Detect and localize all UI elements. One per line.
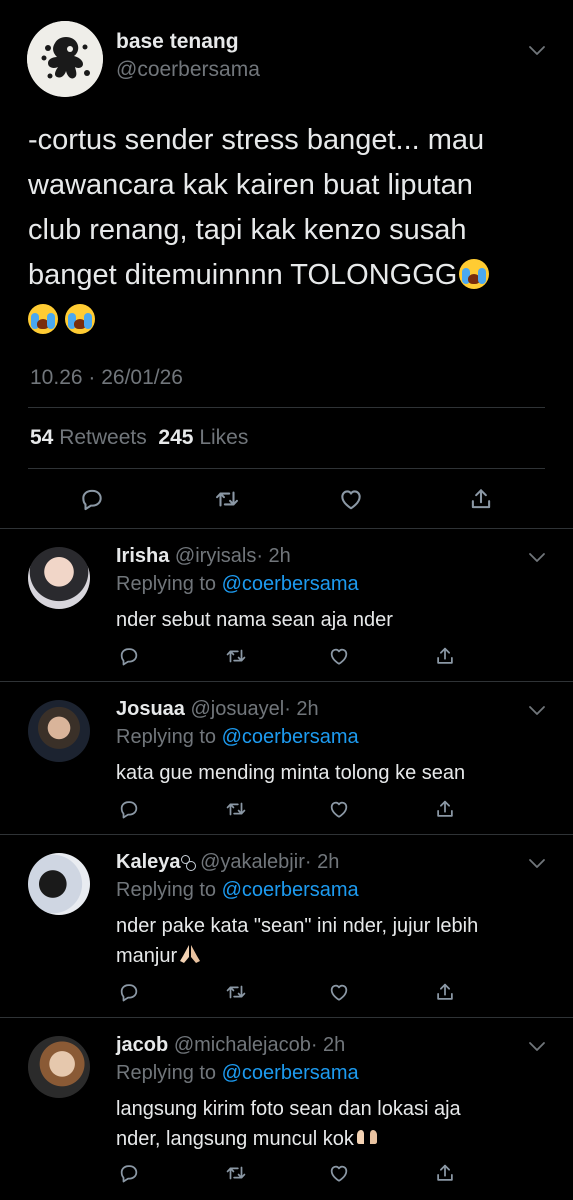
avatar[interactable] (27, 21, 103, 97)
share-icon[interactable] (434, 981, 456, 1003)
reply-header: Kaleya @yakalebjir· 2h (116, 851, 339, 874)
display-name[interactable]: Irisha (116, 545, 169, 567)
user-handle[interactable]: @iryisals (175, 545, 256, 567)
reply-header: jacob @michalejacob· 2h (116, 1034, 345, 1057)
divider (28, 468, 545, 469)
tweet-text: -cortus sender stress banget... mau wawa… (28, 118, 528, 343)
divider (28, 407, 545, 408)
replying-label: Replying to (116, 573, 217, 595)
reply-tweet[interactable]: Irisha @iryisals· 2h Replying to @coerbe… (0, 529, 573, 682)
retweets-count[interactable]: 54 (30, 426, 53, 449)
display-name[interactable]: Kaleya (116, 851, 181, 873)
user-handle[interactable]: @yakalebjir (200, 851, 305, 873)
heart-icon[interactable] (328, 798, 350, 820)
reply-text: nder pake kata "sean" ini nder, jujur le… (116, 911, 536, 971)
avatar[interactable] (28, 547, 90, 609)
replying-to-link[interactable]: @coerbersama (222, 1062, 359, 1084)
reply-icon[interactable] (118, 645, 140, 667)
palms-up-icon (356, 1130, 377, 1144)
crying-face-icon (28, 304, 58, 334)
reply-tweet[interactable]: Josuaa @josuayel· 2h Replying to @coerbe… (0, 682, 573, 835)
user-handle[interactable]: @josuayel (191, 698, 285, 720)
user-handle[interactable]: @coerbersama (116, 58, 260, 82)
reply-actions (0, 798, 573, 822)
reply-text: nder sebut nama sean aja nder (116, 609, 393, 631)
reply-icon[interactable] (79, 486, 105, 512)
reply-text-line: nder pake kata "sean" ini nder, jujur le… (116, 915, 479, 937)
chevron-down-icon[interactable] (527, 551, 547, 565)
replying-to: Replying to @coerbersama (116, 879, 359, 902)
replying-to: Replying to @coerbersama (116, 573, 359, 596)
reply-icon[interactable] (118, 1162, 140, 1184)
tweet-body: -cortus sender stress banget... mau wawa… (28, 124, 485, 291)
bubbles-icon (180, 854, 196, 871)
tweet-timestamp[interactable]: 10.26 · 26/01/26 (30, 366, 183, 390)
reply-time[interactable]: · 2h (256, 545, 290, 567)
reply-text-line: langsung kirim foto sean dan lokasi aja (116, 1098, 461, 1120)
retweet-icon[interactable] (225, 981, 247, 1003)
replying-to: Replying to @coerbersama (116, 1062, 359, 1085)
chevron-down-icon[interactable] (527, 44, 547, 58)
reply-time[interactable]: · 2h (284, 698, 318, 720)
share-icon[interactable] (468, 486, 494, 512)
retweet-icon[interactable] (225, 645, 247, 667)
share-icon[interactable] (434, 798, 456, 820)
reply-header: Josuaa @josuayel· 2h (116, 698, 319, 721)
replying-to: Replying to @coerbersama (116, 726, 359, 749)
reply-actions (0, 981, 573, 1005)
likes-label[interactable]: Likes (199, 426, 248, 449)
retweet-icon[interactable] (225, 1162, 247, 1184)
chevron-down-icon[interactable] (527, 1040, 547, 1054)
replying-label: Replying to (116, 726, 217, 748)
reply-text-line: nder, langsung muncul kok (116, 1128, 354, 1150)
share-icon[interactable] (434, 1162, 456, 1184)
heart-icon[interactable] (328, 645, 350, 667)
replying-to-link[interactable]: @coerbersama (222, 726, 359, 748)
octopus-logo-icon (27, 21, 103, 97)
tweet-actions (0, 482, 573, 516)
reply-actions (0, 1162, 573, 1186)
reply-icon[interactable] (118, 981, 140, 1003)
display-name[interactable]: jacob (116, 1034, 168, 1056)
chevron-down-icon[interactable] (527, 857, 547, 871)
display-name[interactable]: base tenang (116, 30, 239, 54)
likes-count[interactable]: 245 (158, 426, 193, 449)
replying-label: Replying to (116, 879, 217, 901)
avatar[interactable] (28, 1036, 90, 1098)
reply-header: Irisha @iryisals· 2h (116, 545, 291, 568)
crying-face-icon (65, 304, 95, 334)
heart-icon[interactable] (328, 981, 350, 1003)
reply-tweet[interactable]: jacob @michalejacob· 2h Replying to @coe… (0, 1018, 573, 1200)
avatar[interactable] (28, 853, 90, 915)
crying-face-icon (459, 259, 490, 289)
praying-hands-icon (180, 945, 201, 963)
reply-time[interactable]: · 2h (311, 1034, 345, 1056)
replying-label: Replying to (116, 1062, 217, 1084)
reply-text: kata gue mending minta tolong ke sean (116, 762, 466, 784)
tweet-stats: 54 Retweets 245 Likes (30, 426, 248, 450)
avatar[interactable] (28, 700, 90, 762)
reply-time[interactable]: · 2h (305, 851, 339, 873)
heart-icon[interactable] (338, 486, 364, 512)
reply-icon[interactable] (118, 798, 140, 820)
reply-text: langsung kirim foto sean dan lokasi aja … (116, 1094, 536, 1154)
reply-actions (0, 645, 573, 669)
display-name[interactable]: Josuaa (116, 698, 185, 720)
replying-to-link[interactable]: @coerbersama (222, 879, 359, 901)
replying-to-link[interactable]: @coerbersama (222, 573, 359, 595)
share-icon[interactable] (434, 645, 456, 667)
retweet-icon[interactable] (214, 486, 240, 512)
retweet-icon[interactable] (225, 798, 247, 820)
retweets-label[interactable]: Retweets (59, 426, 147, 449)
reply-tweet[interactable]: Kaleya @yakalebjir· 2h Replying to @coer… (0, 835, 573, 1018)
reply-text-line: manjur (116, 945, 178, 967)
chevron-down-icon[interactable] (527, 704, 547, 718)
heart-icon[interactable] (328, 1162, 350, 1184)
user-handle[interactable]: @michalejacob (174, 1034, 311, 1056)
